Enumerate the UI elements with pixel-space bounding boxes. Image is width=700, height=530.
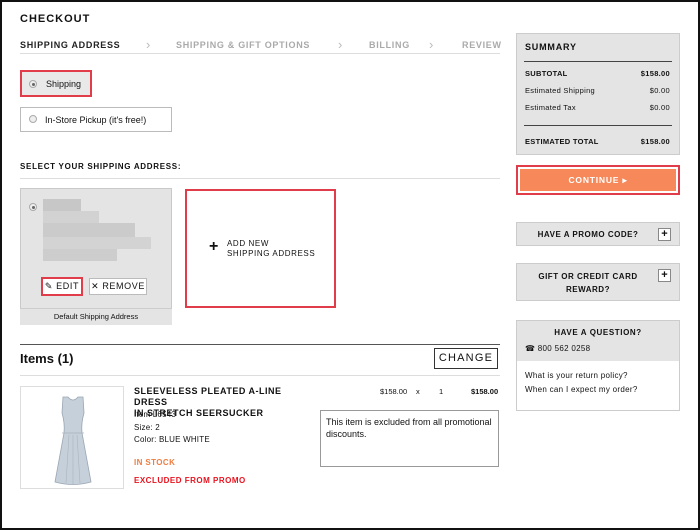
dress-image: [54, 396, 92, 485]
return-policy-link[interactable]: What is your return policy?: [525, 371, 628, 380]
excluded-from-promo-label: EXCLUDED FROM PROMO: [134, 476, 246, 485]
radio-icon[interactable]: [29, 115, 37, 123]
select-address-heading: SELECT YOUR SHIPPING ADDRESS:: [20, 162, 182, 171]
summary-row-tax: Estimated Tax $0.00: [525, 103, 670, 112]
add-new-address-button[interactable]: + ADD NEW SHIPPING ADDRESS: [185, 189, 336, 308]
shipping-option-label: Shipping: [46, 79, 82, 89]
step-shipping-address[interactable]: SHIPPING ADDRESS: [20, 40, 120, 50]
product-name-line1: SLEEVELESS PLEATED A-LINE DRESS: [134, 386, 282, 407]
change-items-button[interactable]: CHANGE: [434, 348, 498, 369]
default-address-label: Default Shipping Address: [20, 308, 172, 325]
summary-total-value: $158.00: [640, 137, 670, 146]
summary-title: SUMMARY: [525, 42, 577, 52]
add-new-address-label: ADD NEW SHIPPING ADDRESS: [227, 239, 315, 259]
phone-number[interactable]: ☎ 800 562 0258: [525, 344, 590, 353]
items-heading: Items (1): [20, 351, 74, 366]
redacted-address-block: [43, 199, 81, 211]
order-timing-link[interactable]: When can I expect my order?: [525, 385, 638, 394]
summary-row-total: ESTIMATED TOTAL $158.00: [525, 137, 670, 146]
gift-card-label: GIFT OR CREDIT CARD REWARD?: [525, 270, 651, 296]
chevron-right-icon: ›: [146, 37, 151, 52]
continue-label: CONTINUE: [568, 175, 620, 185]
summary-total-label: ESTIMATED TOTAL: [525, 137, 599, 146]
step-shipping-gift-options[interactable]: SHIPPING & GIFT OPTIONS: [176, 40, 310, 50]
plus-icon: +: [209, 238, 219, 255]
in-store-pickup-option[interactable]: In-Store Pickup (it's free!): [20, 107, 172, 132]
continue-button-fill[interactable]: CONTINUE ▸: [520, 169, 676, 191]
edit-address-button[interactable]: ✎ EDIT: [41, 277, 83, 296]
add-new-line1: ADD NEW: [227, 239, 269, 248]
caret-right-icon: ▸: [622, 175, 628, 185]
radio-selected-icon[interactable]: [29, 80, 37, 88]
promo-exclusion-note: This item is excluded from all promotion…: [320, 410, 499, 467]
expand-plus-icon[interactable]: +: [658, 269, 671, 282]
product-size: Size: 2: [134, 423, 160, 432]
summary-row-value: $0.00: [649, 103, 670, 112]
step-billing[interactable]: BILLING: [369, 40, 410, 50]
promo-code-accordion[interactable]: HAVE A PROMO CODE? +: [516, 222, 680, 246]
divider: [20, 178, 500, 179]
summary-row-shipping: Estimated Shipping $0.00: [525, 86, 670, 95]
shipping-option[interactable]: Shipping: [20, 70, 92, 97]
stock-status: IN STOCK: [134, 458, 176, 467]
edit-label: EDIT: [56, 281, 80, 291]
quantity: 1: [439, 387, 444, 396]
gift-card-line2: REWARD?: [566, 285, 610, 294]
redacted-address-block: [43, 211, 99, 223]
radio-selected-icon[interactable]: [29, 203, 37, 211]
help-panel: HAVE A QUESTION? ☎ 800 562 0258 What is …: [516, 320, 680, 411]
summary-row-label: Estimated Shipping: [525, 86, 596, 95]
summary-row-value: $158.00: [640, 69, 670, 78]
phone-icon: ☎: [525, 344, 538, 353]
chevron-right-icon: ›: [429, 37, 434, 52]
divider: [20, 375, 500, 376]
divider: [524, 125, 672, 126]
promo-code-label: HAVE A PROMO CODE?: [537, 230, 639, 239]
summary-row-label: SUBTOTAL: [525, 69, 568, 78]
pencil-icon: ✎: [44, 281, 57, 291]
redacted-address-block: [43, 249, 117, 261]
summary-row-value: $0.00: [649, 86, 670, 95]
chevron-right-icon: ›: [338, 37, 343, 52]
redacted-address-block: [43, 223, 135, 237]
checkout-steps: SHIPPING ADDRESS › SHIPPING & GIFT OPTIO…: [20, 36, 502, 54]
line-total: $158.00: [471, 387, 499, 396]
expand-plus-icon[interactable]: +: [658, 228, 671, 241]
continue-button[interactable]: CONTINUE ▸: [516, 165, 680, 195]
redacted-address-block: [43, 237, 151, 249]
unit-price: $158.00: [380, 387, 408, 396]
help-title: HAVE A QUESTION?: [554, 328, 642, 337]
gift-card-accordion[interactable]: GIFT OR CREDIT CARD REWARD? +: [516, 263, 680, 301]
in-store-pickup-label: In-Store Pickup (it's free!): [45, 115, 147, 125]
add-new-line2: SHIPPING ADDRESS: [227, 249, 316, 258]
remove-address-button[interactable]: ✕ REMOVE: [89, 278, 147, 295]
remove-label: REMOVE: [102, 281, 145, 291]
page-title: CHECKOUT: [20, 13, 91, 25]
product-item-number: Item L6543: [134, 410, 177, 419]
divider: [20, 344, 500, 345]
help-header: [517, 321, 679, 361]
order-summary: SUMMARY SUBTOTAL $158.00 Estimated Shipp…: [516, 33, 680, 155]
times-sign: x: [416, 387, 420, 396]
product-image[interactable]: [20, 386, 124, 489]
step-review[interactable]: REVIEW: [462, 40, 502, 50]
summary-row-label: Estimated Tax: [525, 103, 576, 112]
summary-row-subtotal: SUBTOTAL $158.00: [525, 69, 670, 78]
close-icon: ✕: [91, 281, 103, 291]
divider: [524, 61, 672, 62]
phone-number-text: 800 562 0258: [537, 344, 591, 353]
gift-card-line1: GIFT OR CREDIT CARD: [538, 272, 638, 281]
product-color: Color: BLUE WHITE: [134, 435, 210, 444]
default-address-card[interactable]: [20, 188, 172, 325]
